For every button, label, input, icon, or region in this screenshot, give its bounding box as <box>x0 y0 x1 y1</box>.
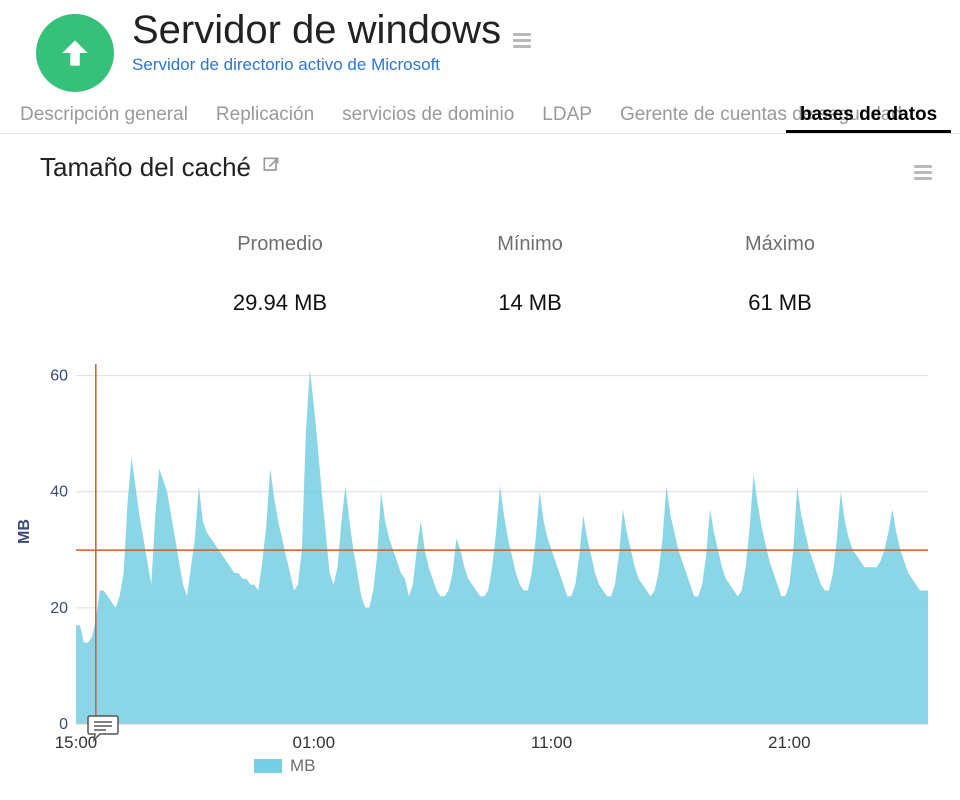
summary-stats: Promedio 29.94 MB Mínimo 14 MB Máximo 61… <box>220 233 960 316</box>
cache-size-chart[interactable]: 020406015:0001:0011:0021:00 <box>34 354 934 774</box>
stat-max-value: 61 MB <box>720 290 840 316</box>
open-external-icon[interactable] <box>261 155 281 180</box>
stat-avg-label: Promedio <box>220 233 340 256</box>
svg-text:60: 60 <box>50 368 68 385</box>
tab-sam[interactable]: Gerente de cuentas de seguridad <box>606 98 786 133</box>
comment-bubble-icon[interactable] <box>86 714 120 747</box>
stat-max-label: Máximo <box>720 233 840 256</box>
y-axis-label: MB <box>16 519 34 544</box>
page-subtitle-link[interactable]: Servidor de directorio activo de Microso… <box>132 55 531 75</box>
tab-overview[interactable]: Descripción general <box>6 98 202 133</box>
svg-text:20: 20 <box>50 600 68 617</box>
stat-min-value: 14 MB <box>470 290 590 316</box>
stat-avg-value: 29.94 MB <box>220 290 340 316</box>
legend-label: MB <box>290 756 316 776</box>
tab-domain-services[interactable]: servicios de dominio <box>328 98 528 133</box>
header-menu-button[interactable] <box>513 23 531 48</box>
tab-bar: Descripción general Replicación servicio… <box>0 98 960 134</box>
svg-text:0: 0 <box>59 716 68 733</box>
svg-text:21:00: 21:00 <box>768 733 811 752</box>
svg-text:11:00: 11:00 <box>531 733 572 752</box>
tab-replication[interactable]: Replicación <box>202 98 328 133</box>
stat-min-label: Mínimo <box>470 233 590 256</box>
panel-title: Tamaño del caché <box>40 152 251 183</box>
page-title: Servidor de windows <box>132 8 501 53</box>
legend-swatch <box>254 759 282 773</box>
svg-text:40: 40 <box>50 484 68 501</box>
panel-menu-button[interactable] <box>914 155 932 180</box>
tab-databases[interactable]: bases de datos <box>786 98 951 133</box>
svg-text:01:00: 01:00 <box>292 733 335 752</box>
server-status-icon <box>36 14 114 92</box>
tab-ldap[interactable]: LDAP <box>528 98 606 133</box>
